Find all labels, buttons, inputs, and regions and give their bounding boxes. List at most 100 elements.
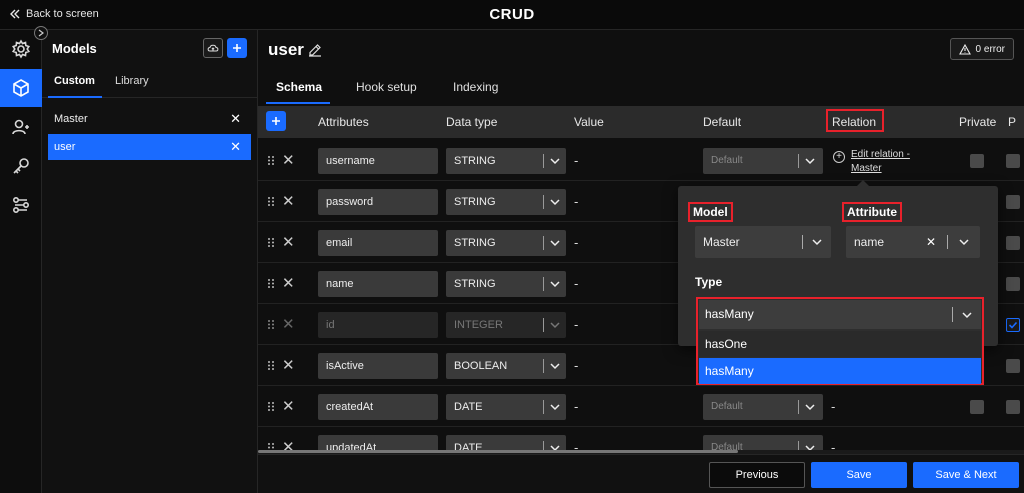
attribute-name-input[interactable] <box>318 148 438 174</box>
chevron-down-icon <box>962 312 972 319</box>
drag-handle-icon[interactable] <box>267 237 275 248</box>
app-title: CRUD <box>489 6 535 23</box>
warning-icon <box>958 43 971 55</box>
value-cell: - <box>574 194 579 209</box>
data-type-value: STRING <box>454 237 496 249</box>
clear-icon[interactable]: ✕ <box>926 226 936 258</box>
tab-library[interactable]: Library <box>115 75 149 87</box>
delete-row-icon[interactable]: ✕ <box>282 274 295 292</box>
data-type-value: BOOLEAN <box>454 360 508 372</box>
drag-handle-icon[interactable] <box>267 278 275 289</box>
select-divider <box>947 235 948 249</box>
settings-icon <box>11 39 31 59</box>
tab-indexing[interactable]: Indexing <box>453 80 498 94</box>
scrollbar-thumb[interactable] <box>258 450 738 453</box>
model-select[interactable]: Master <box>695 226 831 258</box>
add-relation-icon[interactable]: + <box>833 151 845 163</box>
close-icon[interactable]: ✕ <box>230 139 241 155</box>
model-item-master[interactable]: Master ✕ <box>48 106 251 132</box>
rail-users[interactable] <box>0 108 42 146</box>
default-placeholder: Default <box>711 401 743 412</box>
data-type-select[interactable]: STRING <box>446 271 566 297</box>
data-type-select[interactable]: STRING <box>446 189 566 215</box>
p-checkbox[interactable] <box>1006 318 1020 332</box>
p-checkbox[interactable] <box>1006 195 1020 209</box>
save-button[interactable]: Save <box>811 462 907 488</box>
delete-row-icon[interactable]: ✕ <box>282 356 295 374</box>
p-checkbox[interactable] <box>1006 359 1020 373</box>
delete-row-icon[interactable]: ✕ <box>282 397 295 415</box>
drag-handle-icon[interactable] <box>267 155 275 166</box>
sync-models-button[interactable] <box>203 38 223 58</box>
add-model-button[interactable] <box>227 38 247 58</box>
attribute-name-input[interactable] <box>318 353 438 379</box>
private-checkbox[interactable] <box>970 400 984 414</box>
rail-keys[interactable] <box>0 147 42 185</box>
type-select[interactable]: hasMany <box>699 300 981 329</box>
type-option-hasmany[interactable]: hasMany <box>699 358 981 384</box>
default-select[interactable]: Default <box>703 435 823 450</box>
attribute-name-input[interactable] <box>318 435 438 450</box>
data-type-value: DATE <box>454 401 483 413</box>
add-attribute-button[interactable] <box>266 111 286 131</box>
attribute-select-value: name <box>854 235 885 249</box>
attribute-name-input[interactable] <box>318 189 438 215</box>
table-row: ✕ DATE - Default - <box>258 386 1024 427</box>
top-bar: Back to screen CRUD <box>0 0 1024 30</box>
chevron-down-icon <box>550 240 560 247</box>
p-checkbox[interactable] <box>1006 400 1020 414</box>
previous-button[interactable]: Previous <box>709 462 805 488</box>
drag-handle-icon[interactable] <box>267 319 275 330</box>
collapse-panel-button[interactable] <box>34 26 48 40</box>
relation-cell: - <box>831 399 836 414</box>
save-and-next-button[interactable]: Save & Next <box>913 462 1019 488</box>
select-divider <box>543 154 544 168</box>
rail-models[interactable] <box>0 69 42 107</box>
model-label: Model <box>688 202 733 222</box>
edit-relation-link[interactable]: Edit relation - Master <box>851 148 931 176</box>
data-type-value: STRING <box>454 155 496 167</box>
tab-underline <box>266 102 330 104</box>
pencil-icon[interactable] <box>308 43 322 57</box>
attribute-select[interactable]: name ✕ <box>846 226 980 258</box>
delete-row-icon[interactable]: ✕ <box>282 233 295 251</box>
column-data-type: Data type <box>446 115 498 129</box>
p-checkbox[interactable] <box>1006 236 1020 250</box>
tab-schema[interactable]: Schema <box>276 80 322 94</box>
value-cell: - <box>574 276 579 291</box>
schema-header: Attributes Data type Value Default Relat… <box>258 106 1024 138</box>
chevron-down-icon <box>550 158 560 165</box>
default-select[interactable]: Default <box>703 148 823 174</box>
tab-custom[interactable]: Custom <box>54 75 95 87</box>
type-option-hasone[interactable]: hasOne <box>699 331 981 357</box>
delete-row-icon[interactable]: ✕ <box>282 151 295 169</box>
default-select[interactable]: Default <box>703 394 823 420</box>
edit-relation-text: Edit relation - Master <box>851 149 910 174</box>
column-value: Value <box>574 115 604 129</box>
data-type-select[interactable]: BOOLEAN <box>446 353 566 379</box>
data-type-select[interactable]: DATE <box>446 394 566 420</box>
attribute-name-input[interactable] <box>318 271 438 297</box>
data-type-select[interactable]: STRING <box>446 148 566 174</box>
drag-handle-icon[interactable] <box>267 401 275 412</box>
error-badge[interactable]: 0 error <box>949 38 1014 60</box>
p-checkbox[interactable] <box>1006 154 1020 168</box>
popup-caret <box>856 180 870 187</box>
cube-icon <box>13 79 29 97</box>
model-item-user[interactable]: user ✕ <box>48 134 251 160</box>
tab-hook-setup[interactable]: Hook setup <box>356 80 417 94</box>
icon-rail <box>0 30 42 493</box>
private-checkbox[interactable] <box>970 154 984 168</box>
attribute-name-input[interactable] <box>318 230 438 256</box>
data-type-select[interactable]: DATE <box>446 435 566 450</box>
delete-row-icon[interactable]: ✕ <box>282 192 295 210</box>
chevron-right-icon <box>38 29 44 37</box>
p-checkbox[interactable] <box>1006 277 1020 291</box>
rail-flows[interactable] <box>0 186 42 224</box>
drag-handle-icon[interactable] <box>267 360 275 371</box>
data-type-select[interactable]: STRING <box>446 230 566 256</box>
attribute-name-input[interactable] <box>318 394 438 420</box>
model-item-label: Master <box>54 113 88 125</box>
close-icon[interactable]: ✕ <box>230 111 241 127</box>
drag-handle-icon[interactable] <box>267 196 275 207</box>
